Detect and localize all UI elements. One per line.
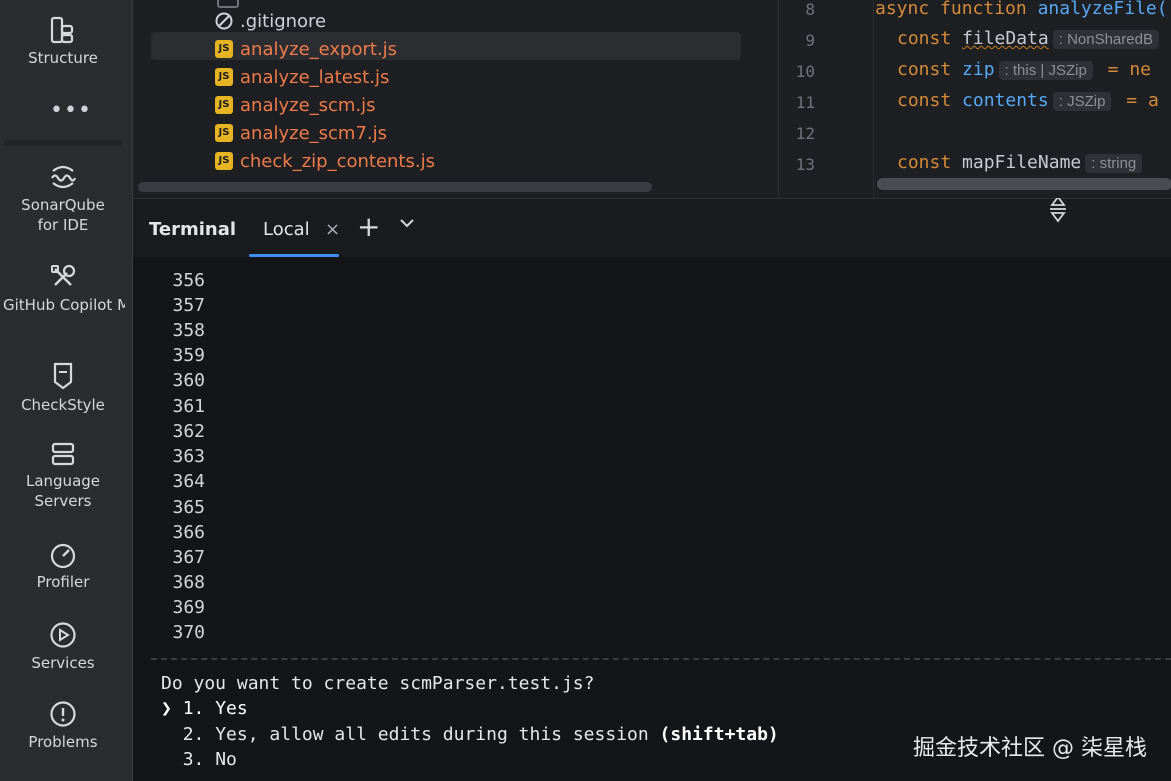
tree-item-js-file[interactable]: JS check_zip_contents.js bbox=[215, 147, 435, 175]
sidebar-item-checkstyle[interactable]: CheckStyle bbox=[0, 361, 126, 415]
tab-local[interactable]: Local bbox=[263, 219, 310, 240]
output-line-number: 366 bbox=[172, 522, 205, 543]
prompt-separator bbox=[151, 658, 1171, 660]
watermark-text: 掘金技术社区 @ 柒星栈 bbox=[913, 736, 1147, 761]
output-line-number: 369 bbox=[172, 597, 205, 618]
resize-handle-icon[interactable] bbox=[1046, 198, 1070, 225]
gutter-separator bbox=[873, 0, 874, 198]
output-line-number: 365 bbox=[172, 497, 205, 518]
more-tools-icon[interactable]: ••• bbox=[50, 98, 92, 123]
code-line: const mapFileName: string bbox=[897, 152, 1146, 173]
tool-window-sidebar: Structure ••• SonarQube for IDE GitHub C… bbox=[0, 0, 133, 781]
sidebar-item-language-servers[interactable]: Language Servers bbox=[0, 441, 126, 511]
line-number: 11 bbox=[795, 93, 815, 112]
prompt-question: Do you want to create scmParser.test.js? bbox=[161, 673, 595, 694]
line-number: 9 bbox=[805, 31, 815, 50]
line-number: 10 bbox=[795, 62, 815, 81]
javascript-file-icon: JS bbox=[215, 68, 233, 86]
sidebar-item-structure[interactable]: Structure bbox=[0, 16, 126, 68]
tree-item-js-file[interactable]: JS analyze_export.js bbox=[215, 35, 397, 63]
output-line-number: 367 bbox=[172, 547, 205, 568]
sidebar-divider bbox=[4, 140, 122, 146]
inlay-type-hint: : NonSharedB bbox=[1052, 30, 1159, 49]
sidebar-item-services[interactable]: Services bbox=[0, 621, 126, 673]
sidebar-item-label: CheckStyle bbox=[21, 396, 105, 414]
output-line-number: 359 bbox=[172, 345, 205, 366]
code-line: const zip: this | JSZip = ne bbox=[897, 59, 1152, 80]
wrench-icon bbox=[51, 264, 76, 286]
sidebar-item-label: Problems bbox=[28, 733, 98, 751]
close-tab-icon[interactable]: × bbox=[325, 219, 340, 240]
terminal-title: Terminal bbox=[149, 219, 237, 240]
sidebar-item-copilot-mcp-log[interactable]: GitHub Copilot MCP Log bbox=[0, 263, 126, 315]
tree-item-js-file[interactable]: JS analyze_latest.js bbox=[215, 63, 389, 91]
code-line: async function analyzeFile( bbox=[875, 0, 1168, 19]
output-line-number: 360 bbox=[172, 370, 205, 391]
output-line-number: 364 bbox=[172, 471, 205, 492]
prompt-option-yes[interactable]: ❯ 1. Yes bbox=[161, 698, 248, 719]
tree-item-label: analyze_scm7.js bbox=[240, 122, 388, 144]
project-tree: .gitignore JS analyze_export.js JS analy… bbox=[133, 0, 778, 198]
code-line: const fileData: NonSharedB bbox=[897, 28, 1163, 49]
prompt-option-no[interactable]: 3. No bbox=[161, 749, 237, 770]
prompt-option-yes-allow-all[interactable]: 2. Yes, allow all edits during this sess… bbox=[161, 724, 779, 745]
inlay-type-hint: : string bbox=[1085, 154, 1143, 173]
terminal-header: Terminal Local × + bbox=[133, 198, 1171, 257]
sidebar-item-label: Profiler bbox=[36, 573, 90, 591]
output-line-number: 358 bbox=[172, 320, 205, 341]
selection-marker-icon: ❯ bbox=[161, 698, 172, 719]
output-line-number: 370 bbox=[172, 622, 205, 643]
sidebar-item-label: SonarQube for IDE bbox=[21, 196, 105, 234]
tree-item-js-file[interactable]: JS analyze_scm7.js bbox=[215, 119, 387, 147]
tree-item-label: analyze_export.js bbox=[240, 38, 398, 60]
chevron-down-icon[interactable] bbox=[399, 215, 415, 231]
javascript-file-icon: JS bbox=[215, 152, 233, 170]
tree-horizontal-scrollbar[interactable] bbox=[138, 182, 652, 192]
sonarqube-icon bbox=[51, 165, 77, 189]
tree-item-gitignore[interactable]: .gitignore bbox=[215, 7, 326, 35]
new-terminal-tab-button[interactable]: + bbox=[357, 213, 380, 241]
sidebar-item-label: GitHub Copilot MCP Log bbox=[3, 296, 125, 314]
javascript-file-icon: JS bbox=[215, 96, 233, 114]
inlay-type-hint: : JSZip bbox=[1052, 92, 1112, 111]
code-editor: 8 9 10 11 12 13 async function analyzeFi… bbox=[778, 0, 1171, 198]
line-number: 12 bbox=[795, 124, 815, 143]
javascript-file-icon: JS bbox=[215, 40, 233, 58]
tree-item-label: .gitignore bbox=[240, 10, 327, 32]
structure-icon bbox=[50, 16, 74, 44]
code-line: const contents: JSZip = a bbox=[897, 90, 1159, 111]
sidebar-item-sonarqube[interactable]: SonarQube for IDE bbox=[0, 163, 126, 235]
tree-item-label: analyze_scm.js bbox=[240, 94, 376, 116]
play-circle-icon bbox=[50, 622, 76, 648]
output-line-number: 363 bbox=[172, 446, 205, 467]
alert-circle-icon bbox=[50, 701, 76, 727]
tree-item-label: check_zip_contents.js bbox=[240, 150, 435, 172]
output-line-number: 368 bbox=[172, 572, 205, 593]
line-number: 8 bbox=[805, 0, 815, 19]
sidebar-item-label: Structure bbox=[28, 49, 98, 67]
output-line-number: 361 bbox=[172, 396, 205, 417]
tree-item-label: analyze_latest.js bbox=[240, 66, 390, 88]
sidebar-item-problems[interactable]: Problems bbox=[0, 700, 126, 752]
sidebar-item-label: Services bbox=[31, 654, 95, 672]
active-tab-indicator bbox=[249, 254, 339, 257]
sidebar-item-profiler[interactable]: Profiler bbox=[0, 542, 126, 592]
tree-item-js-file[interactable]: JS analyze_scm.js bbox=[215, 91, 376, 119]
terminal-panel: Terminal Local × + 356 357 358 359 360 3… bbox=[133, 198, 1171, 781]
gauge-icon bbox=[50, 543, 76, 568]
output-line-number: 356 bbox=[172, 270, 205, 291]
checkstyle-icon bbox=[53, 362, 73, 390]
sidebar-item-label: Language Servers bbox=[25, 472, 101, 510]
server-icon bbox=[51, 442, 75, 466]
line-number: 13 bbox=[795, 155, 815, 174]
output-line-number: 362 bbox=[172, 421, 205, 442]
ignored-file-icon bbox=[215, 12, 233, 30]
inlay-type-hint: : this | JSZip bbox=[998, 61, 1093, 80]
javascript-file-icon: JS bbox=[215, 124, 233, 142]
output-line-number: 357 bbox=[172, 295, 205, 316]
editor-horizontal-scrollbar[interactable] bbox=[877, 178, 1171, 190]
shortcut-hint: (shift+tab) bbox=[659, 724, 779, 745]
